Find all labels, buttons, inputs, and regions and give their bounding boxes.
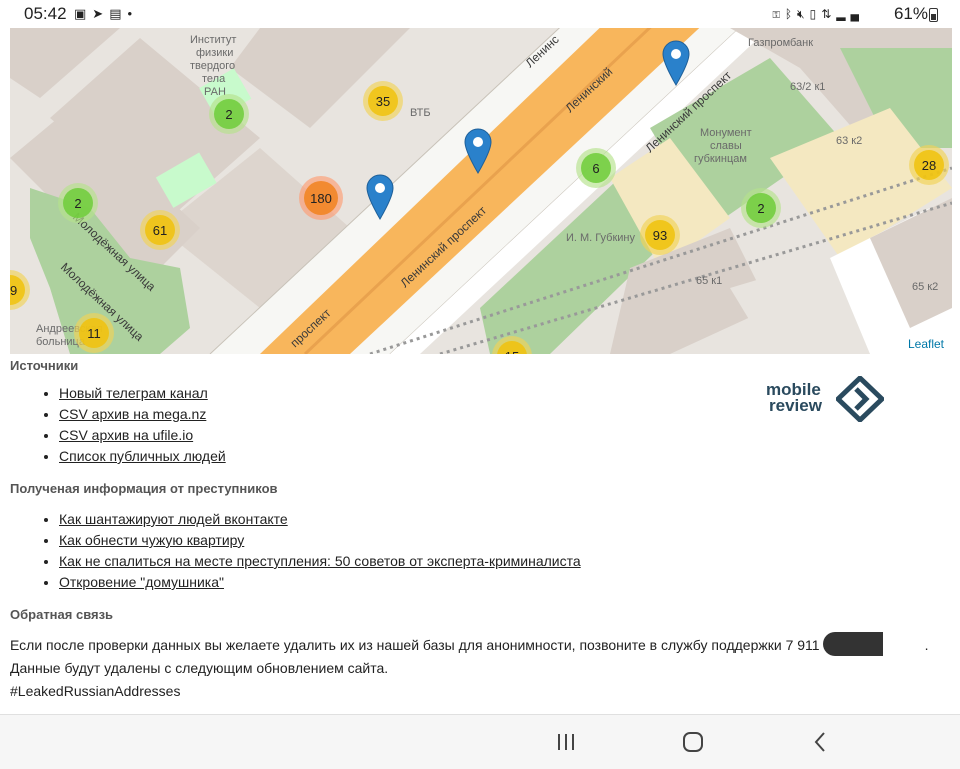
svg-text:63 к2: 63 к2 — [836, 135, 862, 147]
map-cluster[interactable]: 6 — [576, 148, 616, 188]
battery-icon — [929, 8, 938, 22]
svg-text:славы: славы — [710, 140, 742, 152]
4g-icon: ⇅ — [821, 7, 837, 21]
source-link-public-people[interactable]: Список публичных людей — [59, 448, 226, 464]
svg-text:65 к2: 65 к2 — [912, 281, 938, 293]
mute-icon: 🔇︎ — [797, 7, 810, 21]
svg-text:Газпромбанк: Газпромбанк — [748, 37, 813, 49]
map-cluster[interactable]: 93 — [640, 215, 680, 255]
battery-level: 61% — [893, 4, 928, 23]
info-link-blackmail[interactable]: Как шантажируют людей вконтакте — [59, 511, 288, 527]
home-icon[interactable] — [678, 727, 708, 757]
info-link-apartment[interactable]: Как обнести чужую квартиру — [59, 532, 244, 548]
svg-text:твердого: твердого — [190, 60, 235, 72]
sources-heading: Источники — [10, 358, 79, 373]
map-cluster[interactable]: 61 — [140, 210, 180, 250]
navigation-bar — [0, 714, 960, 769]
status-right-icons: ⚿ᛒ🔇︎▯⇅▂▄ — [773, 7, 864, 22]
feedback-text: Если после проверки данных вы желаете уд… — [10, 632, 950, 703]
status-left-icons: ▣➤▤• — [74, 6, 138, 22]
bluetooth-icon: ᛒ — [784, 7, 798, 21]
feedback-heading: Обратная связь — [10, 607, 114, 622]
map-cluster[interactable]: 35 — [363, 81, 403, 121]
map-cluster[interactable]: 2 — [58, 183, 98, 223]
svg-text:ВТБ: ВТБ — [410, 107, 431, 119]
svg-text:И. М. Губкину: И. М. Губкину — [566, 232, 635, 244]
leaflet-attribution-link[interactable]: Leaflet — [903, 336, 948, 352]
list-item: Как шантажируют людей вконтакте — [59, 509, 950, 530]
svg-text:63/2 к1: 63/2 к1 — [790, 81, 825, 93]
recents-icon[interactable] — [551, 727, 581, 757]
map-marker-icon[interactable] — [464, 128, 492, 174]
mobile-review-logo: mobile review — [766, 374, 886, 422]
list-item: Откровение "домушника" — [59, 572, 950, 593]
info-list: Как шантажируют людей вконтакте Как обне… — [59, 509, 950, 593]
info-link-crime-tips[interactable]: Как не спалиться на месте преступления: … — [59, 553, 581, 569]
map-cluster[interactable]: 2 — [209, 94, 249, 134]
news-icon: ▤ — [109, 6, 128, 21]
logo-mark-icon — [836, 376, 884, 422]
svg-text:Институт: Институт — [190, 34, 236, 46]
info-heading: Полученая информация от преступников — [10, 481, 278, 496]
svg-text:Монумент: Монумент — [700, 127, 752, 139]
list-item: Как не спалиться на месте преступления: … — [59, 551, 950, 572]
svg-text:губкинцам: губкинцам — [694, 153, 747, 165]
map-cluster[interactable]: 2 — [741, 188, 781, 228]
list-item: Список публичных людей — [59, 446, 950, 467]
info-link-confession[interactable]: Откровение "домушника" — [59, 574, 224, 590]
page: 05:42 ▣➤▤• ⚿ᛒ🔇︎▯⇅▂▄ 61% Ленинский проспе… — [0, 0, 960, 769]
feedback-text-end: . — [924, 637, 929, 653]
telegram-icon: ➤ — [92, 6, 110, 21]
feedback-text-line2: Данные будут удалены с следующим обновле… — [10, 660, 389, 676]
svg-text:тела: тела — [202, 73, 226, 85]
map-tiles: Ленинский проспект Ленинский Ленинс Лени… — [10, 28, 952, 354]
status-bar: 05:42 ▣➤▤• ⚿ᛒ🔇︎▯⇅▂▄ 61% — [0, 0, 960, 28]
source-link-mega[interactable]: CSV архив на mega.nz — [59, 406, 206, 422]
svg-text:65 к1: 65 к1 — [696, 275, 722, 287]
volte-icon: ▯ — [809, 7, 822, 21]
status-time: 05:42 — [24, 4, 67, 23]
map-cluster[interactable]: 180 — [299, 176, 343, 220]
signal-icon: ▂▄ — [836, 7, 864, 21]
redaction-mark — [822, 632, 883, 656]
dot-icon: • — [127, 6, 139, 21]
key-icon: ⚿ — [772, 7, 785, 21]
feedback-text-line1: Если после проверки данных вы желаете уд… — [10, 637, 820, 653]
hashtag: #LeakedRussianAddresses — [10, 683, 181, 699]
list-item: Как обнести чужую квартиру — [59, 530, 950, 551]
map-cluster[interactable]: 28 — [909, 145, 949, 185]
map-marker-icon[interactable] — [662, 40, 690, 86]
source-link-ufile[interactable]: CSV архив на ufile.io — [59, 427, 193, 443]
map-marker-icon[interactable] — [366, 174, 394, 220]
image-icon: ▣ — [74, 6, 93, 21]
map[interactable]: Ленинский проспект Ленинский Ленинс Лени… — [10, 28, 952, 354]
svg-text:физики: физики — [196, 47, 233, 59]
source-link-telegram[interactable]: Новый телеграм канал — [59, 385, 208, 401]
map-cluster[interactable]: 11 — [74, 313, 114, 353]
back-icon[interactable] — [805, 727, 835, 757]
list-item: CSV архив на ufile.io — [59, 425, 950, 446]
